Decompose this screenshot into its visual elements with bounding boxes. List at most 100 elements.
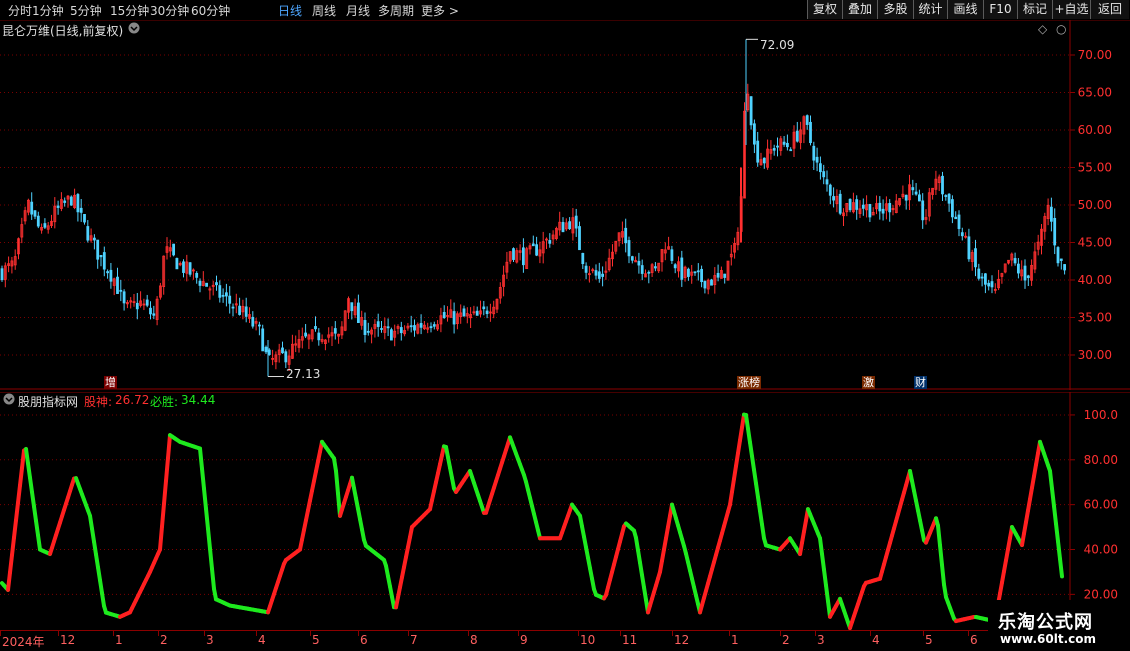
candle-body xyxy=(107,272,109,273)
toolbar-button[interactable]: F10 xyxy=(983,0,1017,19)
toolbar-button[interactable]: 多股 xyxy=(877,0,913,19)
candle-body xyxy=(443,312,445,317)
indicator-segment xyxy=(210,549,212,569)
candle-body xyxy=(968,237,970,259)
indicator-segment xyxy=(22,451,24,468)
candle-body xyxy=(1064,265,1066,270)
candle-body xyxy=(315,326,317,328)
indicator-segment xyxy=(168,435,170,458)
candle-body xyxy=(110,270,112,281)
candle-body xyxy=(463,309,465,316)
candle-body xyxy=(717,273,719,277)
candle-body xyxy=(602,274,604,276)
price-axis-label: 60.00 xyxy=(1078,123,1112,137)
indicator-segment xyxy=(748,429,750,443)
candle-body xyxy=(377,322,379,327)
indicator-segment xyxy=(760,511,762,525)
circle-icon[interactable]: ○ xyxy=(1056,22,1066,36)
candle-body xyxy=(796,131,798,141)
indicator-chart: 100.080.0060.0040.0020.00 xyxy=(0,392,1130,630)
period-tab[interactable]: 更多 > xyxy=(421,2,459,19)
price-axis-label: 55.00 xyxy=(1078,161,1112,175)
candle-body xyxy=(536,245,538,255)
indicator-axis-label: 80.00 xyxy=(1084,453,1118,467)
period-tab[interactable]: 60分钟 xyxy=(191,2,230,19)
candle-body xyxy=(146,300,148,305)
period-tab[interactable]: 30分钟 xyxy=(150,2,189,19)
candle-body xyxy=(150,308,152,314)
candle-body xyxy=(483,307,485,309)
time-tick xyxy=(923,631,924,636)
indicator-segment xyxy=(336,471,338,493)
indicator-segment xyxy=(820,538,822,554)
diamond-icon[interactable]: ◇ xyxy=(1038,22,1047,36)
period-tab[interactable]: 周线 xyxy=(312,2,336,19)
candle-body xyxy=(750,97,752,125)
candle-body xyxy=(196,273,198,277)
candlestick-chart: 70.0065.0060.0055.0050.0045.0040.0035.00… xyxy=(0,20,1130,390)
time-axis-label: 11 xyxy=(622,633,637,647)
event-marker[interactable]: 激 xyxy=(862,376,875,389)
candle-body xyxy=(103,253,105,270)
candle-body xyxy=(1050,207,1052,221)
candle-body xyxy=(816,157,818,162)
indicator-segment xyxy=(32,492,34,506)
candle-body xyxy=(912,188,914,190)
toolbar-button[interactable]: 叠加 xyxy=(842,0,877,19)
toolbar-button[interactable]: 标记 xyxy=(1017,0,1052,19)
time-tick xyxy=(620,631,621,636)
candle-body xyxy=(532,244,534,246)
chevron-down-icon[interactable] xyxy=(3,393,15,408)
event-marker[interactable]: 增 xyxy=(104,376,117,389)
indicator-segment xyxy=(28,463,30,477)
toolbar-button[interactable]: 复权 xyxy=(807,0,842,19)
candle-body xyxy=(773,148,775,150)
time-tick xyxy=(672,631,673,636)
chevron-down-icon[interactable] xyxy=(128,22,140,37)
candle-body xyxy=(833,197,835,201)
indicator-segment xyxy=(754,470,756,484)
candle-body xyxy=(285,352,287,362)
time-tick xyxy=(870,631,871,636)
period-tab[interactable]: 多周期 xyxy=(378,2,414,19)
time-tick xyxy=(204,631,205,636)
candle-body xyxy=(252,317,254,326)
price-axis-label: 50.00 xyxy=(1078,198,1112,212)
event-marker[interactable]: 涨榜 xyxy=(737,376,761,389)
period-tab[interactable]: 5分钟 xyxy=(70,2,102,19)
period-tab[interactable]: 15分钟 xyxy=(110,2,149,19)
candle-body xyxy=(549,240,551,243)
event-marker[interactable]: 财 xyxy=(914,376,927,389)
indicator-segment xyxy=(824,570,826,586)
indicator-segment xyxy=(940,545,942,565)
period-tab[interactable]: 日线 xyxy=(278,2,302,19)
indicator-segment xyxy=(30,478,32,492)
indicator-segment xyxy=(200,449,202,469)
time-axis-label: 7 xyxy=(410,633,418,647)
candle-body xyxy=(183,262,185,273)
period-tab[interactable]: 分时 xyxy=(8,2,32,19)
time-axis-label: 8 xyxy=(470,633,478,647)
indicator-segment xyxy=(16,503,18,520)
candle-body xyxy=(813,146,815,160)
indicator-axis-label: 100.0 xyxy=(1084,408,1118,422)
high-price-label: 72.09 xyxy=(760,38,794,52)
time-tick xyxy=(58,631,59,636)
indicator-segment xyxy=(1054,506,1056,524)
candle-body xyxy=(569,222,571,229)
period-tab[interactable]: 1分钟 xyxy=(32,2,64,19)
toolbar-button[interactable]: 返回 xyxy=(1090,0,1129,19)
toolbar-button[interactable]: 统计 xyxy=(913,0,947,19)
toolbar-button[interactable]: +自选 xyxy=(1052,0,1090,19)
toolbar-button[interactable]: 画线 xyxy=(947,0,983,19)
indicator-segment xyxy=(942,565,944,585)
indicator-segment xyxy=(20,468,22,485)
period-tab[interactable]: 月线 xyxy=(346,2,370,19)
indicator-segment xyxy=(36,521,38,535)
time-tick xyxy=(0,631,1,636)
candle-body xyxy=(1014,258,1016,262)
candle-body xyxy=(216,283,218,285)
time-axis-label: 9 xyxy=(520,633,528,647)
indicator-segment xyxy=(762,524,764,538)
candle-body xyxy=(80,208,82,212)
